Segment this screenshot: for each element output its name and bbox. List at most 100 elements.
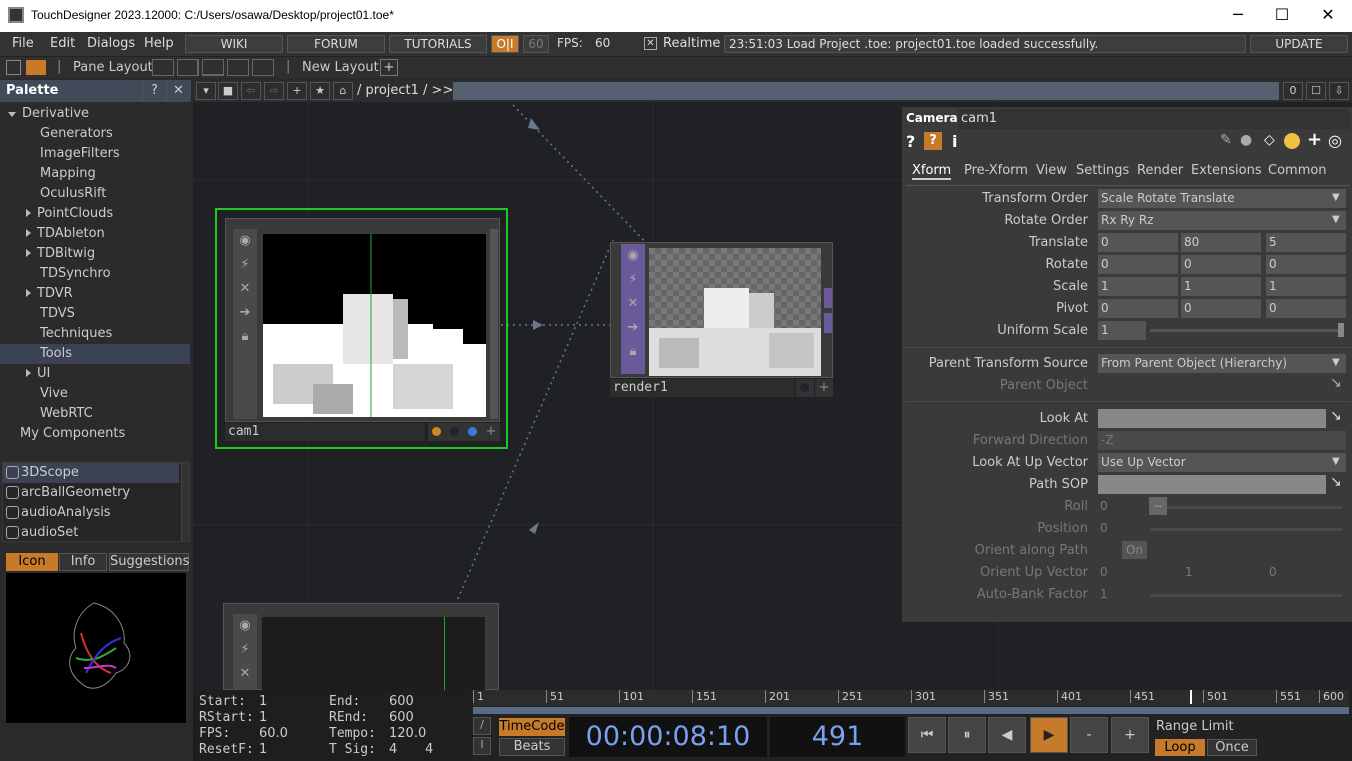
component-item[interactable]: arcBallGeometry	[3, 483, 179, 503]
cam1-viewer[interactable]	[263, 234, 486, 417]
viewer-icon[interactable]: ◉	[233, 614, 257, 638]
viewer-icon[interactable]: ◉	[621, 244, 645, 268]
palette-item-tdvr[interactable]: TDVR	[0, 284, 190, 304]
start-value[interactable]: 1	[259, 694, 267, 709]
tab-extensions[interactable]: Extensions	[1191, 163, 1262, 178]
tab-info[interactable]: Info	[59, 553, 107, 571]
range-end-icon[interactable]: I	[473, 737, 491, 755]
end-value[interactable]: 600	[389, 694, 414, 709]
palette-item-tdvs[interactable]: TDVS	[0, 304, 190, 324]
tab-pre-xform[interactable]: Pre-Xform	[964, 163, 1028, 178]
palette-item-imagefilters[interactable]: ImageFilters	[0, 144, 190, 164]
roll-slider-handle[interactable]: −	[1149, 497, 1167, 515]
roll-slider[interactable]	[1150, 506, 1342, 509]
transform-order-menu[interactable]: Scale Rotate Translate	[1098, 189, 1346, 208]
delete-icon[interactable]: ✕	[621, 292, 645, 316]
translate-x-field[interactable]: 0	[1098, 233, 1178, 252]
layout-three-icon[interactable]	[227, 59, 249, 76]
new-layout-button[interactable]: +	[380, 59, 398, 76]
collapsed-arrow-icon[interactable]	[26, 229, 31, 237]
bottom-node[interactable]: ◉ ⚡ ✕	[223, 603, 499, 691]
cam1-flag-orange[interactable]	[428, 423, 446, 441]
time-ruler[interactable]: 1 51 101 151 201 251 301 351 401 451 501 551 600	[473, 690, 1349, 706]
bypass-icon[interactable]: ⚡	[233, 253, 257, 277]
pause-button[interactable]: ⏸	[948, 717, 986, 753]
render1-connector-b[interactable]	[824, 313, 832, 333]
playhead[interactable]	[1190, 690, 1192, 704]
palette-item-pointclouds[interactable]: PointClouds	[0, 204, 190, 224]
render1-name[interactable]: render1	[610, 379, 795, 397]
scale-z-field[interactable]: 1	[1266, 277, 1346, 296]
cam1-name[interactable]: cam1	[225, 423, 425, 441]
pivot-z-field[interactable]: 0	[1266, 299, 1346, 318]
auto-bank-factor-slider[interactable]	[1150, 594, 1342, 597]
export-icon[interactable]: ➔	[621, 316, 645, 340]
rotate-order-menu[interactable]: Rx Ry Rz	[1098, 211, 1346, 230]
path-bar[interactable]	[453, 82, 1279, 100]
rend-value[interactable]: 600	[389, 710, 414, 725]
component-item[interactable]: 3DScope	[3, 463, 179, 483]
tab-suggestions[interactable]: Suggestions	[109, 553, 189, 571]
star-icon[interactable]: ★	[310, 82, 330, 100]
render1-add-icon[interactable]: +	[815, 379, 833, 397]
forum-button[interactable]: FORUM	[287, 35, 385, 53]
update-button[interactable]: UPDATE	[1250, 35, 1348, 53]
collapsed-arrow-icon[interactable]	[26, 289, 31, 297]
pane-split-icon[interactable]: ⇩	[1329, 82, 1349, 100]
uniform-scale-field[interactable]: 1	[1098, 321, 1146, 340]
drop-target-icon[interactable]: ↘	[1330, 408, 1342, 424]
collapsed-arrow-icon[interactable]	[26, 369, 31, 377]
rotate-x-field[interactable]: 0	[1098, 255, 1178, 274]
forward-icon[interactable]: ⇨	[264, 82, 284, 100]
tab-icon[interactable]: Icon	[6, 553, 58, 571]
once-button[interactable]: Once	[1207, 739, 1257, 756]
uniform-scale-slider-handle[interactable]	[1338, 323, 1344, 337]
layout-split-h-icon[interactable]	[202, 59, 224, 76]
palette-item-generators[interactable]: Generators	[0, 124, 190, 144]
menu-file[interactable]: File	[12, 36, 34, 51]
cam1-flag-dark[interactable]	[446, 423, 464, 441]
palette-item-vive[interactable]: Vive	[0, 384, 190, 404]
render1-flag[interactable]	[796, 379, 814, 397]
back-icon[interactable]: ⇦	[241, 82, 261, 100]
tab-xform[interactable]: Xform	[912, 163, 952, 180]
component-item[interactable]: audioAnalysis	[3, 503, 179, 523]
stop-icon[interactable]: ■	[218, 82, 238, 100]
play-button[interactable]: ▶	[1030, 717, 1068, 753]
orient-up-x-field[interactable]: 0	[1100, 565, 1108, 579]
component-list-scrollbar[interactable]	[181, 463, 189, 541]
scale-x-field[interactable]: 1	[1098, 277, 1178, 296]
scale-y-field[interactable]: 1	[1181, 277, 1261, 296]
collapsed-arrow-icon[interactable]	[26, 249, 31, 257]
look-at-up-vector-menu[interactable]: Use Up Vector	[1098, 453, 1346, 472]
parent-transform-source-menu[interactable]: From Parent Object (Hierarchy)	[1098, 354, 1346, 373]
cam1-add-icon[interactable]: +	[482, 423, 500, 441]
pivot-x-field[interactable]: 0	[1098, 299, 1178, 318]
timecode-display[interactable]: 00:00:08:10	[569, 717, 767, 757]
position-field[interactable]: 0	[1100, 521, 1108, 535]
bypass-icon[interactable]: ⚡	[233, 638, 257, 662]
cook-toggle-button[interactable]: O|I	[491, 35, 519, 53]
menu-dropdown-icon[interactable]: ▾	[196, 82, 216, 100]
tab-render[interactable]: Render	[1137, 163, 1183, 178]
orient-along-path-toggle[interactable]: On	[1122, 541, 1147, 559]
palette-item-tdsynchro[interactable]: TDSynchro	[0, 264, 190, 284]
bottom-node-viewer[interactable]	[262, 617, 485, 691]
forward-direction-menu[interactable]: -Z	[1098, 431, 1346, 450]
minimize-button[interactable]: ─	[1215, 0, 1261, 32]
palette-item-mapping[interactable]: Mapping	[0, 164, 190, 184]
render1-viewer[interactable]	[649, 248, 821, 376]
export-icon[interactable]: ➔	[233, 301, 257, 325]
tsig-numerator[interactable]: 4	[389, 742, 397, 757]
translate-z-field[interactable]: 5	[1266, 233, 1346, 252]
menu-dialogs[interactable]: Dialogs	[87, 36, 135, 51]
menu-help[interactable]: Help	[144, 36, 174, 51]
layout-quad-icon[interactable]	[252, 59, 274, 76]
maximize-button[interactable]: ☐	[1259, 0, 1305, 32]
tab-common[interactable]: Common	[1268, 163, 1327, 178]
path-sop-field[interactable]	[1098, 475, 1326, 494]
play-reverse-button[interactable]: ◀	[988, 717, 1026, 753]
orient-up-z-field[interactable]: 0	[1269, 565, 1277, 579]
drop-target-icon[interactable]: ↘	[1330, 375, 1342, 391]
delete-icon[interactable]: ✕	[233, 662, 257, 686]
